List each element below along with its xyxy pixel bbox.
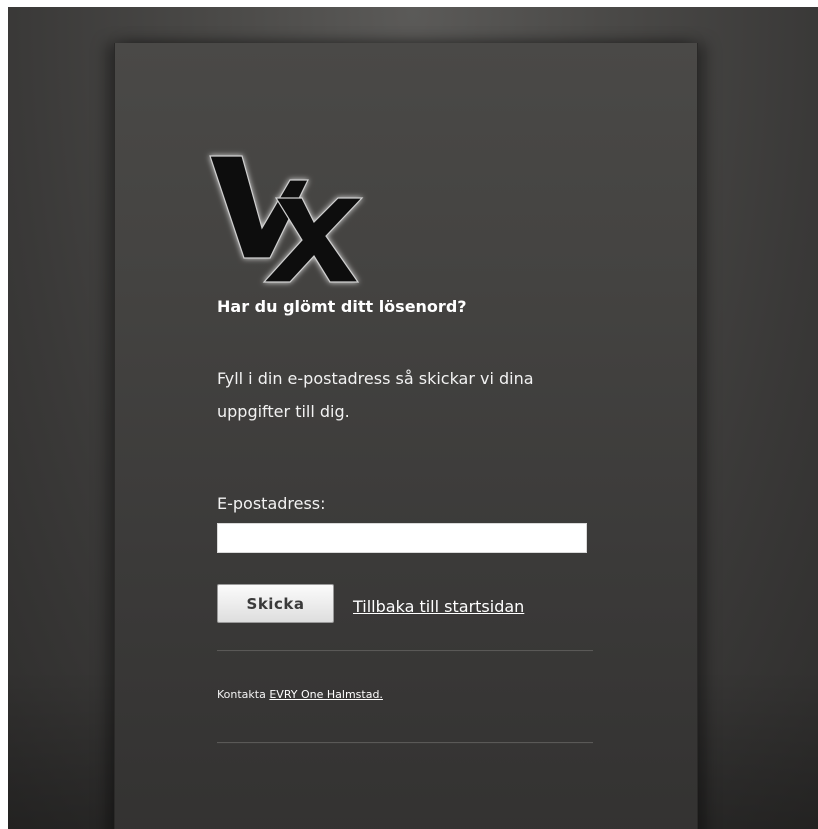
contact-link[interactable]: EVRY One Halmstad.	[269, 688, 383, 701]
contact-prefix: Kontakta	[217, 688, 266, 701]
send-button[interactable]: Skicka	[217, 584, 334, 623]
page-title: Har du glömt ditt lösenord?	[217, 297, 467, 316]
divider	[217, 650, 593, 652]
vx-logo-icon	[209, 155, 364, 283]
email-label: E-postadress:	[217, 494, 326, 513]
instructions-text: Fyll i din e-postadress så skickar vi di…	[217, 369, 534, 421]
divider	[217, 742, 593, 744]
email-field[interactable]	[217, 523, 587, 553]
contact-line: Kontakta EVRY One Halmstad.	[217, 688, 383, 701]
back-to-start-link[interactable]: Tillbaka till startsidan	[353, 597, 524, 616]
